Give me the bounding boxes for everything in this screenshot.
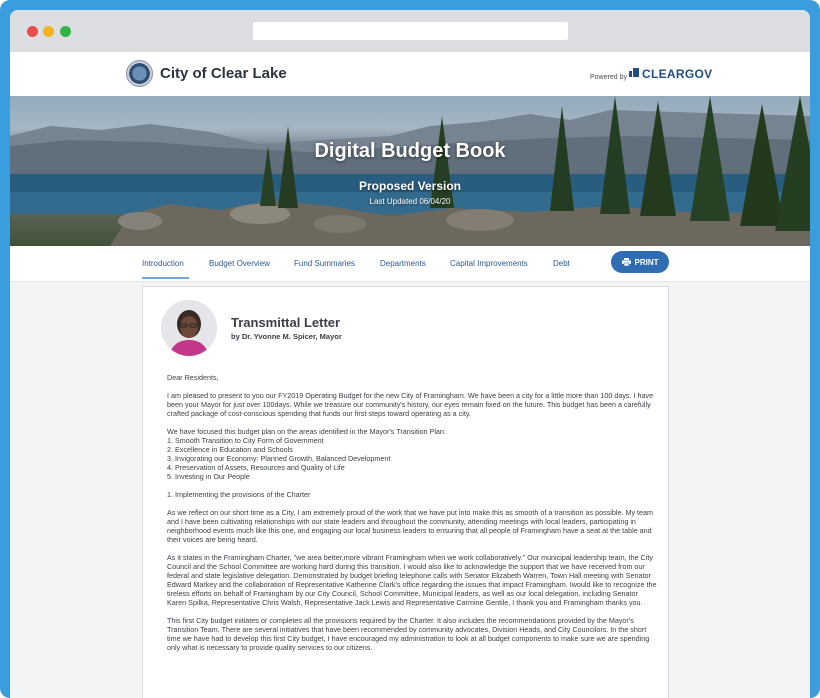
printer-icon: [621, 258, 631, 266]
main-nav: Introduction Budget Overview Fund Summar…: [10, 246, 810, 282]
powered-by-label: Powered by: [590, 74, 627, 81]
cleargov-logo-icon: [629, 68, 639, 77]
hero-banner: Digital Budget Book Proposed Version Las…: [10, 96, 810, 246]
plan-item: 1. Smooth Transition to City Form of Gov…: [167, 436, 324, 445]
letter-title: Transmittal Letter: [231, 315, 341, 330]
letter-paragraph: I am pleased to present to you our FY201…: [167, 391, 654, 418]
nav-introduction[interactable]: Introduction: [142, 259, 184, 268]
site-header: City of Clear Lake Powered by CLEARGOV: [10, 52, 810, 96]
city-seal-logo[interactable]: [126, 60, 153, 87]
transmittal-letter-card: Transmittal Letter by Dr. Yvonne M. Spic…: [142, 286, 669, 698]
hero-title: Digital Budget Book: [314, 140, 506, 162]
letter-paragraph: This first City budget initiates or comp…: [167, 616, 650, 652]
hero-subtitle: Proposed Version: [358, 179, 462, 193]
browser-chrome: [10, 10, 810, 52]
address-bar[interactable]: [253, 22, 568, 40]
mayor-avatar: [161, 300, 217, 356]
letter-greeting: Dear Residents,: [167, 373, 219, 382]
nav-capital-improvements[interactable]: Capital Improvements: [450, 259, 528, 268]
letter-plan-list: We have focused this budget plan on the …: [167, 427, 657, 481]
print-button-label: PRINT: [634, 257, 659, 267]
letter-author: by Dr. Yvonne M. Spicer, Mayor: [231, 332, 342, 341]
site-title[interactable]: City of Clear Lake: [160, 65, 287, 82]
nav-budget-overview[interactable]: Budget Overview: [209, 259, 270, 268]
nav-fund-summaries[interactable]: Fund Summaries: [294, 259, 355, 268]
device-frame: City of Clear Lake Powered by CLEARGOV D…: [0, 0, 820, 698]
nav-departments[interactable]: Departments: [380, 259, 426, 268]
letter-paragraph: As we reflect on our short time as a Cit…: [167, 508, 654, 544]
lake-landscape-image: [10, 96, 810, 246]
letter-section-heading: 1. Implementing the provisions of the Ch…: [167, 490, 311, 499]
plan-item: 4. Preservation of Assets, Resources and…: [167, 463, 345, 472]
letter-body: Dear Residents, I am pleased to present …: [167, 373, 657, 661]
close-window-button[interactable]: [27, 26, 38, 37]
nav-debt[interactable]: Debt: [553, 259, 570, 268]
plan-item: 2. Excellence in Education and Schools: [167, 445, 293, 454]
minimize-window-button[interactable]: [43, 26, 54, 37]
active-tab-indicator: [142, 277, 189, 279]
print-button[interactable]: PRINT: [611, 251, 669, 273]
cleargov-brand[interactable]: CLEARGOV: [642, 67, 712, 81]
maximize-window-button[interactable]: [60, 26, 71, 37]
browser-window: City of Clear Lake Powered by CLEARGOV D…: [10, 10, 810, 698]
plan-item: 3. Invigorating our Economy: Planned Gro…: [167, 454, 391, 463]
plan-intro: We have focused this budget plan on the …: [167, 427, 446, 436]
letter-paragraph: As it states in the Framingham Charter, …: [167, 553, 657, 607]
plan-item: 5. Investing in Our People: [167, 472, 250, 481]
last-updated-text: Last Updated 06/04/20: [369, 197, 451, 206]
